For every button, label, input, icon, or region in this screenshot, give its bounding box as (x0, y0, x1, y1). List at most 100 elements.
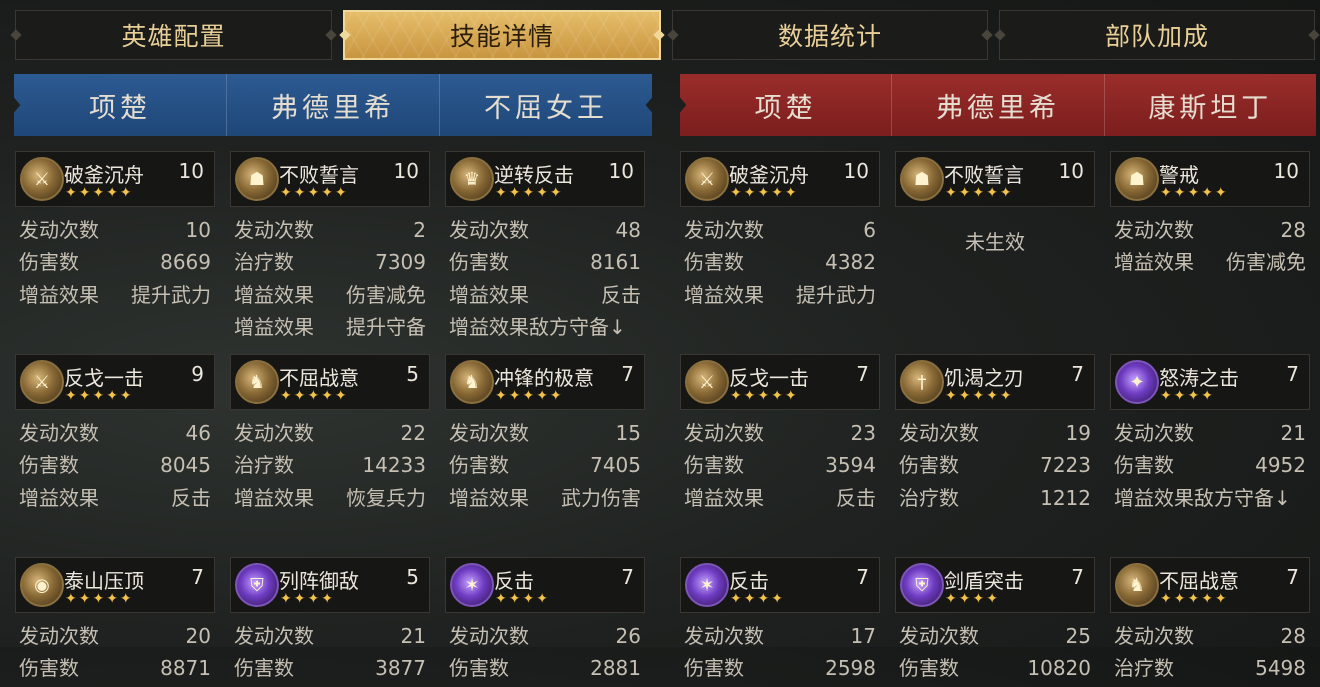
stat-label: 发动次数 (234, 218, 314, 242)
skill-name: 破釜沉舟 (729, 163, 809, 187)
stat-value: 武力伤害 (561, 485, 641, 510)
skill-block: ⚔ 反戈一击 ✦✦✦✦✦ 7 发动次数 23 伤害数 3594 增益效果 反击 (680, 354, 880, 557)
skill-block: ⚔ 破釜沉舟 ✦✦✦✦✦ 10 发动次数 6 伤害数 4382 增益效果 提升武力 (680, 151, 880, 354)
skill-stats: 发动次数 21 伤害数 3877 (230, 613, 430, 685)
stat-value: 4952 (1255, 453, 1306, 478)
tab-hero-config[interactable]: 英雄配置 (15, 10, 332, 60)
tab-troop-bonus[interactable]: 部队加成 (999, 10, 1315, 60)
skill-card[interactable]: † 饥渴之刃 ✦✦✦✦✦ 7 (895, 354, 1095, 410)
skill-card[interactable]: ⛨ 列阵御敌 ✦✦✦✦ 5 (230, 557, 430, 613)
skill-stats: 发动次数 28 增益效果 伤害减免 (1110, 207, 1310, 279)
stat-label: 发动次数 (234, 624, 314, 648)
skill-level: 7 (1071, 362, 1084, 386)
skill-card[interactable]: ☗ 不败誓言 ✦✦✦✦✦ 10 (230, 151, 430, 207)
stat-row: 发动次数 23 (684, 417, 876, 449)
stat-value: 提升武力 (131, 282, 211, 307)
stat-label: 发动次数 (449, 218, 529, 242)
cavalry-charge-icon: ♞ (1115, 563, 1159, 607)
stat-value: 8045 (160, 453, 211, 478)
stat-label: 增益效果 (684, 282, 764, 307)
stat-value: 7309 (375, 250, 426, 275)
ally-hero-header: 项楚 弗德里希 不屈女王 (14, 74, 652, 136)
skill-card[interactable]: ☗ 不败誓言 ✦✦✦✦✦ 10 (895, 151, 1095, 207)
skill-block: ☗ 不败誓言 ✦✦✦✦✦ 10 发动次数 2 治疗数 7309 增益效果 伤害减免 增益效果 提升守备 (230, 151, 430, 354)
skill-card[interactable]: ⚔ 破釜沉舟 ✦✦✦✦✦ 10 (680, 151, 880, 207)
hero-name[interactable]: 弗德里希 (226, 74, 439, 136)
skill-card[interactable]: ♞ 冲锋的极意 ✦✦✦✦✦ 7 (445, 354, 645, 410)
hero-name[interactable]: 项楚 (680, 74, 891, 136)
skill-card[interactable]: ♞ 不屈战意 ✦✦✦✦✦ 5 (230, 354, 430, 410)
skill-card[interactable]: ♛ 逆转反击 ✦✦✦✦✦ 10 (445, 151, 645, 207)
skill-stats: 发动次数 15 伤害数 7405 增益效果 武力伤害 (445, 410, 645, 514)
stat-row: 伤害数 8161 (449, 246, 641, 278)
skill-level: 7 (856, 362, 869, 386)
hero-name[interactable]: 康斯坦丁 (1103, 74, 1316, 136)
skill-card[interactable]: ⚔ 反戈一击 ✦✦✦✦✦ 7 (680, 354, 880, 410)
skill-level: 7 (1286, 362, 1299, 386)
hero-name[interactable]: 弗德里希 (891, 74, 1103, 136)
hero-skill-column: ♛ 逆转反击 ✦✦✦✦✦ 10 发动次数 48 伤害数 8161 增益效果 反击 增益效果敌方守备↓… (445, 151, 645, 687)
counter-strike-icon: ⚔ (685, 360, 729, 404)
skill-name: 不败誓言 (944, 163, 1024, 187)
stat-value: 23 (850, 421, 876, 445)
skill-level: 10 (393, 159, 419, 183)
skill-name: 泰山压顶 (64, 569, 144, 593)
hero-name[interactable]: 不屈女王 (439, 74, 652, 136)
hero-name[interactable]: 项楚 (14, 74, 226, 136)
stat-label: 伤害数 (449, 656, 509, 681)
stat-row: 发动次数 6 (684, 214, 876, 246)
skill-name: 不败誓言 (279, 163, 359, 187)
stat-row: 伤害数 4952 (1114, 449, 1306, 481)
stat-row: 伤害数 2598 (684, 652, 876, 684)
tab-data-stats[interactable]: 数据统计 (672, 10, 988, 60)
skill-stars: ✦✦✦✦✦ (65, 185, 134, 201)
stat-row: 增益效果 提升守备 (234, 311, 426, 343)
skill-block: ☗ 警戒 ✦✦✦✦✦ 10 发动次数 28 增益效果 伤害减免 (1110, 151, 1310, 354)
skill-stars: ✦✦✦✦✦ (1160, 185, 1229, 201)
stat-label: 发动次数 (684, 218, 764, 242)
tab-skill-details[interactable]: 技能详情 (343, 10, 661, 60)
fire-sword-icon: ⚔ (685, 157, 729, 201)
skill-card[interactable]: ✶ 反击 ✦✦✦✦ 7 (445, 557, 645, 613)
enemy-hero-header: 项楚 弗德里希 康斯坦丁 (680, 74, 1316, 136)
stat-value: 2 (413, 218, 426, 242)
stat-label: 增益效果敌方守备↓ (449, 314, 626, 339)
skill-card[interactable]: ⚔ 反戈一击 ✦✦✦✦✦ 9 (15, 354, 215, 410)
stat-row: 增益效果 反击 (684, 482, 876, 514)
skill-card[interactable]: ♞ 不屈战意 ✦✦✦✦✦ 7 (1110, 557, 1310, 613)
hero-skill-column: ⚔ 破釜沉舟 ✦✦✦✦✦ 10 发动次数 6 伤害数 4382 增益效果 提升武力 ⚔ 反戈一击 ✦✦✦… (680, 151, 880, 687)
hero-skill-column: ⚔ 破釜沉舟 ✦✦✦✦✦ 10 发动次数 10 伤害数 8669 增益效果 提升武力 ⚔ 反戈一击 ✦✦… (15, 151, 215, 687)
skill-stats: 未生效 (895, 207, 1095, 255)
skill-stars: ✦✦✦✦ (730, 591, 785, 607)
stat-label: 发动次数 (234, 421, 314, 445)
stat-value: 8161 (590, 250, 641, 275)
skill-card[interactable]: ✦ 怒涛之击 ✦✦✦✦ 7 (1110, 354, 1310, 410)
skill-card[interactable]: ✶ 反击 ✦✦✦✦ 7 (680, 557, 880, 613)
skill-stats: 发动次数 19 伤害数 7223 治疗数 1212 (895, 410, 1095, 514)
stat-label: 增益效果 (684, 485, 764, 510)
thirst-blade-icon: † (900, 360, 944, 404)
skill-level: 10 (608, 159, 634, 183)
skill-card[interactable]: ☗ 警戒 ✦✦✦✦✦ 10 (1110, 151, 1310, 207)
skill-level: 7 (621, 565, 634, 589)
stat-row: 增益效果敌方守备↓ (1114, 482, 1306, 514)
stat-label: 发动次数 (1114, 218, 1194, 242)
stat-label: 伤害数 (19, 453, 79, 478)
stat-row: 增益效果 伤害减免 (234, 279, 426, 311)
skill-card[interactable]: ⚔ 破釜沉舟 ✦✦✦✦✦ 10 (15, 151, 215, 207)
stat-label: 治疗数 (234, 453, 294, 478)
skill-card[interactable]: ⛨ 剑盾突击 ✦✦✦✦ 7 (895, 557, 1095, 613)
stat-label: 伤害数 (684, 656, 744, 681)
stat-label: 伤害数 (19, 656, 79, 681)
skill-card[interactable]: ◉ 泰山压顶 ✦✦✦✦✦ 7 (15, 557, 215, 613)
stat-label: 发动次数 (19, 421, 99, 445)
stat-value: 2881 (590, 656, 641, 681)
skill-name: 冲锋的极意 (494, 366, 594, 390)
stat-row: 伤害数 7405 (449, 449, 641, 481)
stat-value: 17 (850, 624, 876, 648)
stat-label: 发动次数 (19, 218, 99, 242)
skill-block: ⛨ 剑盾突击 ✦✦✦✦ 7 发动次数 25 伤害数 10820 (895, 557, 1095, 687)
skill-block: ⚔ 破釜沉舟 ✦✦✦✦✦ 10 发动次数 10 伤害数 8669 增益效果 提升武力 (15, 151, 215, 354)
stat-row: 伤害数 8669 (19, 246, 211, 278)
stat-row: 伤害数 4382 (684, 246, 876, 278)
